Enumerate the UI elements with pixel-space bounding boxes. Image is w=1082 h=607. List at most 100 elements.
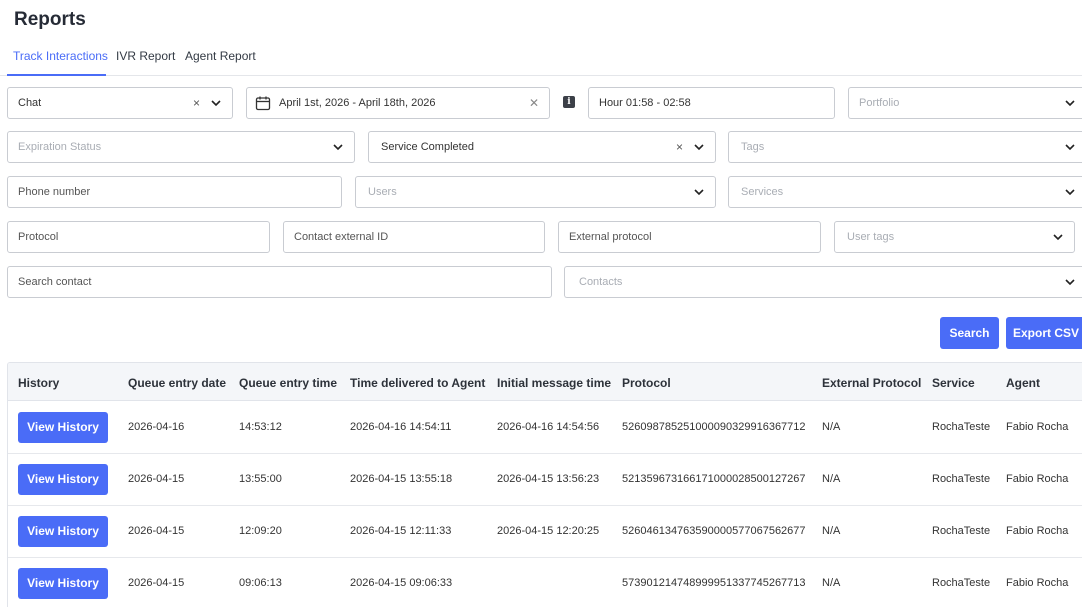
users-select[interactable]: Users: [355, 176, 716, 208]
services-select[interactable]: Services: [728, 176, 1082, 208]
column-header: Agent: [1006, 376, 1040, 390]
agent-value: Fabio Rocha: [1006, 421, 1069, 433]
view-history-button[interactable]: View History: [18, 464, 108, 495]
external-protocol-value: N/A: [822, 473, 841, 485]
time-delivered: 2026-04-15 09:06:33: [350, 577, 453, 589]
date-range-picker[interactable]: April 1st, 2026 - April 18th, 2026 ✕: [246, 87, 550, 119]
service-status-select[interactable]: Service Completed ×: [368, 131, 716, 163]
agent-value: Fabio Rocha: [1006, 473, 1069, 485]
column-header: Queue entry date: [128, 376, 227, 390]
search-button[interactable]: Search: [940, 317, 999, 349]
column-header: External Protocol: [822, 376, 922, 390]
contact-external-id-input[interactable]: Contact external ID: [283, 221, 545, 253]
tab-agent-report[interactable]: Agent Report: [185, 49, 256, 63]
interactions-table: History Queue entry date Queue entry tim…: [7, 362, 1082, 607]
tags-select[interactable]: Tags: [728, 131, 1082, 163]
report-tabs: Track Interactions IVR Report Agent Repo…: [0, 40, 1082, 76]
service-status-value: Service Completed: [381, 141, 474, 153]
chevron-down-icon: [211, 100, 221, 107]
protocol-value: 52609878525100009032991636771​2: [622, 421, 806, 433]
protocol-input[interactable]: Protocol: [7, 221, 270, 253]
table-row: View History 2026-04-15 13:55:00 2026-04…: [8, 454, 1082, 506]
queue-entry-time: 09:06:13: [239, 577, 282, 589]
table-row: View History 2026-04-15 09:06:13 2026-04…: [8, 558, 1082, 607]
service-value: RochaTeste: [932, 421, 991, 433]
time-delivered: 2026-04-15 13:55:18: [350, 473, 453, 485]
expiration-status-placeholder: Expiration Status: [18, 141, 102, 153]
service-value: RochaTeste: [932, 525, 991, 537]
clear-service-status-icon[interactable]: ×: [676, 140, 683, 154]
calendar-icon: [255, 96, 271, 111]
phone-number-placeholder: Phone number: [18, 186, 91, 198]
external-protocol-value: N/A: [822, 577, 841, 589]
chevron-down-icon: [1065, 189, 1075, 196]
channel-select[interactable]: Chat ×: [7, 87, 233, 119]
external-protocol-input[interactable]: External protocol: [558, 221, 821, 253]
chevron-down-icon: [1065, 144, 1075, 151]
active-tab-indicator: [7, 74, 106, 76]
chevron-down-icon: [1053, 234, 1063, 241]
search-contact-input[interactable]: Search contact: [7, 266, 552, 298]
queue-entry-time: 12:09:20: [239, 525, 282, 537]
users-placeholder: Users: [368, 186, 397, 198]
view-history-button[interactable]: View History: [18, 568, 108, 599]
queue-entry-time: 14:53:12: [239, 421, 282, 433]
protocol-value: 521359673166171000028500127267: [622, 473, 806, 485]
tab-ivr-report[interactable]: IVR Report: [116, 49, 175, 63]
portfolio-select[interactable]: Portfolio: [848, 87, 1082, 119]
user-tags-placeholder: User tags: [847, 231, 895, 243]
time-delivered: 2026-04-16 14:54:11: [350, 421, 452, 433]
column-header: Protocol: [622, 376, 671, 390]
expiration-status-select[interactable]: Expiration Status: [7, 131, 355, 163]
external-protocol-value: N/A: [822, 421, 841, 433]
contact-external-id-placeholder: Contact external ID: [294, 231, 389, 243]
table-row: View History 2026-04-15 12:09:20 2026-04…: [8, 506, 1082, 558]
chevron-down-icon: [694, 144, 704, 151]
agent-value: Fabio Rocha: [1006, 577, 1069, 589]
column-header: Queue entry time: [239, 376, 338, 390]
contacts-placeholder: Contacts: [579, 276, 623, 288]
initial-message-time: 2026-04-15 13:56:23: [497, 473, 600, 485]
initial-message-time: 2026-04-15 12:20:25: [497, 525, 600, 537]
tab-track-interactions[interactable]: Track Interactions: [13, 49, 108, 63]
queue-entry-date: 2026-04-15: [128, 473, 185, 485]
service-value: RochaTeste: [932, 473, 991, 485]
clear-date-icon[interactable]: ✕: [529, 96, 539, 110]
portfolio-placeholder: Portfolio: [859, 97, 900, 109]
protocol-value: 526046134763590000577067562677: [622, 525, 806, 537]
chevron-down-icon: [1065, 100, 1075, 107]
column-header: Initial message time: [497, 376, 612, 390]
chevron-down-icon: [694, 189, 704, 196]
view-history-button[interactable]: View History: [18, 516, 108, 547]
chevron-down-icon: [333, 144, 343, 151]
initial-message-time: 2026-04-16 14:54:56: [497, 421, 600, 433]
chevron-down-icon: [1065, 279, 1075, 286]
protocol-value: 573901214748999951337745267713: [622, 577, 806, 589]
export-csv-button[interactable]: Export CSV: [1006, 317, 1082, 349]
clear-channel-icon[interactable]: ×: [193, 96, 200, 110]
view-history-button[interactable]: View History: [18, 412, 108, 443]
column-header: Time delivered to Agent: [350, 376, 486, 390]
contacts-select[interactable]: Contacts: [564, 266, 1082, 298]
page-title: Reports: [14, 9, 86, 30]
time-delivered: 2026-04-15 12:11:33: [350, 525, 452, 537]
user-tags-select[interactable]: User tags: [834, 221, 1075, 253]
phone-number-input[interactable]: Phone number: [7, 176, 342, 208]
queue-entry-date: 2026-04-16: [128, 421, 185, 433]
protocol-placeholder: Protocol: [18, 231, 59, 243]
search-contact-placeholder: Search contact: [18, 276, 92, 288]
queue-entry-time: 13:55:00: [239, 473, 282, 485]
info-icon[interactable]: i: [563, 96, 575, 108]
queue-entry-date: 2026-04-15: [128, 577, 185, 589]
table-header: History Queue entry date Queue entry tim…: [8, 363, 1082, 401]
hour-range-field[interactable]: Hour 01:58 - 02:58: [588, 87, 835, 119]
date-range-value: April 1st, 2026 - April 18th, 2026: [279, 97, 436, 109]
hour-range-value: Hour 01:58 - 02:58: [599, 97, 691, 109]
external-protocol-placeholder: External protocol: [569, 231, 652, 243]
service-value: RochaTeste: [932, 577, 991, 589]
queue-entry-date: 2026-04-15: [128, 525, 185, 537]
tags-placeholder: Tags: [741, 141, 765, 153]
column-header: Service: [932, 376, 975, 390]
external-protocol-value: N/A: [822, 525, 841, 537]
services-placeholder: Services: [741, 186, 784, 198]
